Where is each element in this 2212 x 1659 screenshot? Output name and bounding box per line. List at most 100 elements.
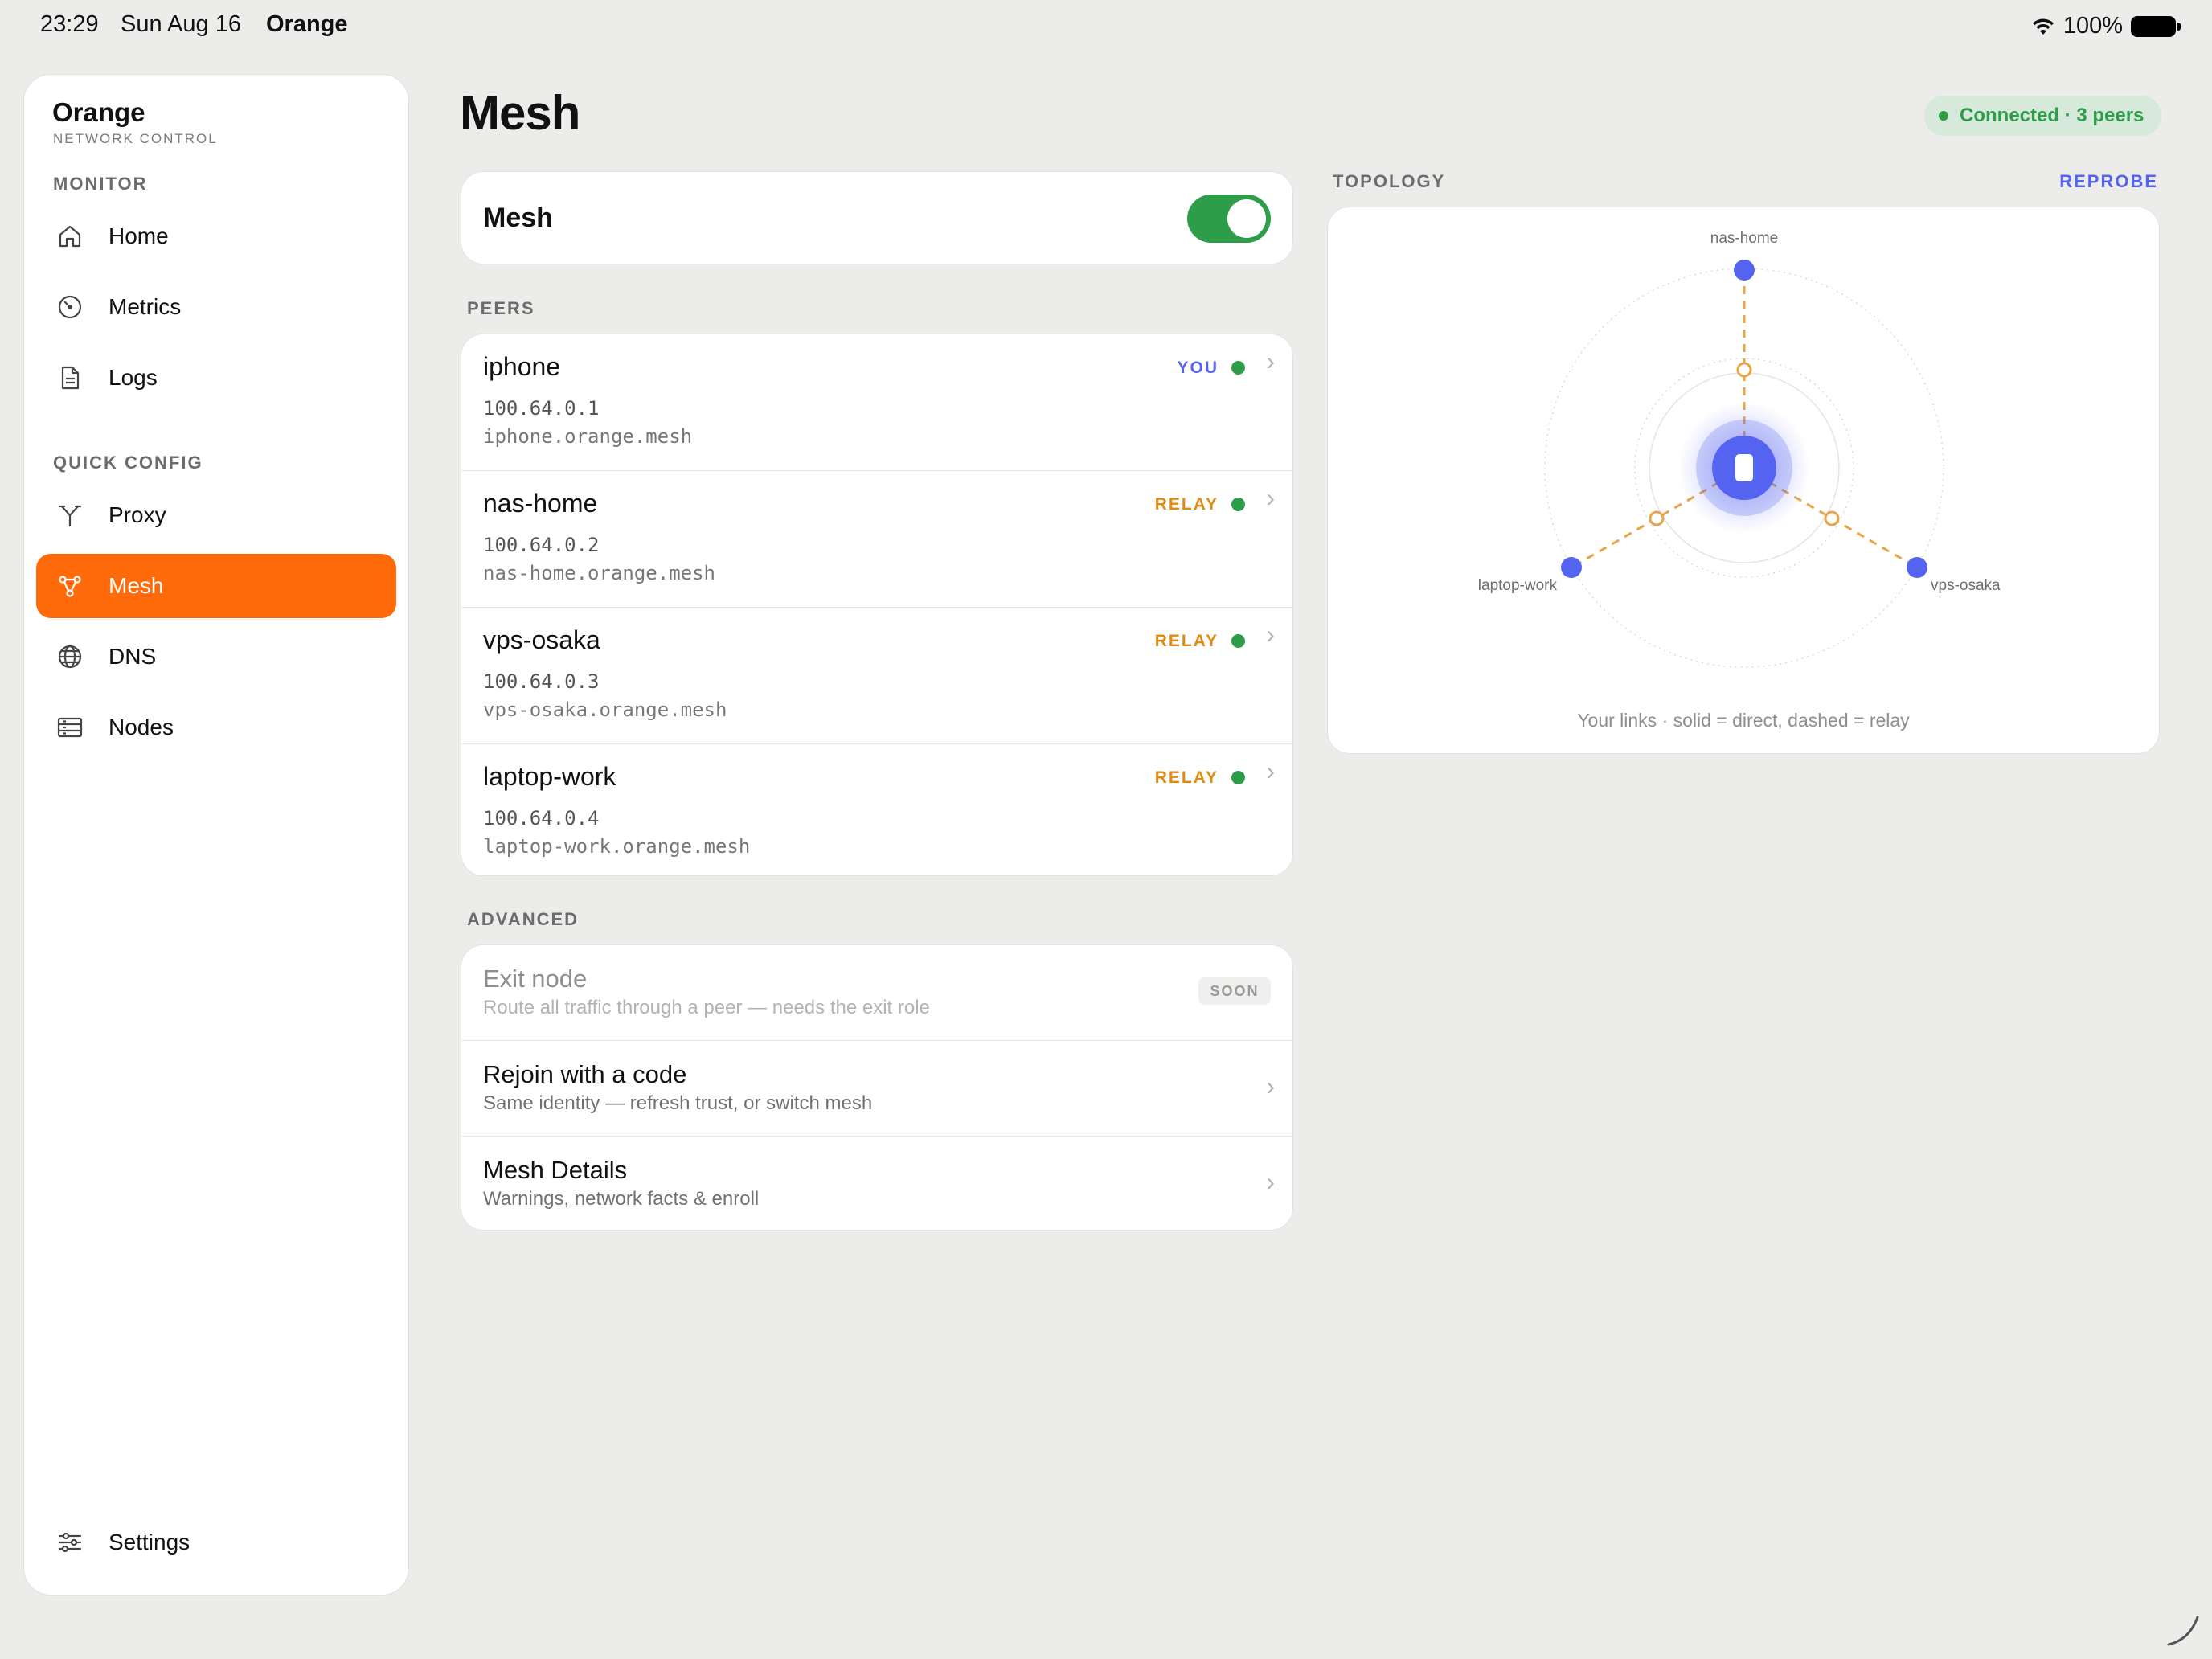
exit-node-row: Exit node Route all traffic through a pe… bbox=[461, 945, 1292, 1041]
topology-card: nas-home laptop-work vps-osaka Your link… bbox=[1327, 207, 2160, 754]
phone-icon bbox=[1735, 454, 1753, 481]
fork-icon bbox=[54, 499, 86, 531]
peer-row[interactable]: nas-home 100.64.0.2 nas-home.orange.mesh… bbox=[461, 471, 1292, 608]
status-badge: Connected · 3 peers bbox=[1924, 96, 2162, 136]
chevron-right-icon: › bbox=[1266, 1071, 1275, 1100]
peer-tag: RELAY bbox=[1154, 495, 1219, 514]
topology-caption: Your links · solid = direct, dashed = re… bbox=[1577, 710, 1910, 731]
sidebar-item-logs[interactable]: Logs bbox=[36, 346, 396, 410]
row-title: Mesh Details bbox=[483, 1156, 628, 1184]
chevron-right-icon: › bbox=[1266, 483, 1275, 512]
mesh-toggle[interactable] bbox=[1187, 195, 1271, 243]
peer-row[interactable]: vps-osaka 100.64.0.3 vps-osaka.orange.me… bbox=[461, 608, 1292, 744]
sidebar-item-dns[interactable]: DNS bbox=[36, 625, 396, 689]
peer-online-dot bbox=[1231, 361, 1245, 375]
peer-row[interactable]: iphone 100.64.0.1 iphone.orange.mesh YOU… bbox=[461, 334, 1292, 471]
row-subtitle: Warnings, network facts & enroll bbox=[483, 1188, 760, 1210]
peer-name: vps-osaka bbox=[483, 625, 600, 654]
mesh-toggle-label: Mesh bbox=[483, 203, 553, 233]
mesh-icon bbox=[54, 570, 86, 602]
sidebar-item-mesh[interactable]: Mesh bbox=[36, 554, 396, 618]
status-bar: 23:29 Sun Aug 16 Orange 100% bbox=[0, 0, 2212, 53]
row-title: Exit node bbox=[483, 965, 588, 993]
peers-section-title: PEERS bbox=[467, 298, 535, 318]
status-app-name: Orange bbox=[266, 11, 348, 37]
mesh-details-row[interactable]: Mesh Details Warnings, network facts & e… bbox=[461, 1137, 1292, 1230]
chevron-right-icon: › bbox=[1266, 620, 1275, 649]
sidebar-item-settings[interactable]: Settings bbox=[36, 1510, 396, 1575]
peer-ip: 100.64.0.1 bbox=[483, 397, 600, 420]
peer-online-dot bbox=[1231, 498, 1245, 511]
sidebar-item-label: Home bbox=[109, 223, 169, 248]
peer-ip: 100.64.0.3 bbox=[483, 670, 600, 693]
section-monitor: MONITOR bbox=[53, 174, 148, 194]
node-label: nas-home bbox=[1710, 230, 1779, 247]
peer-tag: YOU bbox=[1177, 358, 1219, 377]
row-subtitle: Route all traffic through a peer — needs… bbox=[483, 997, 930, 1018]
peers-list: iphone 100.64.0.1 iphone.orange.mesh YOU… bbox=[461, 334, 1293, 876]
peer-node-nas-home[interactable] bbox=[1734, 260, 1755, 281]
sidebar-item-label: Logs bbox=[109, 365, 158, 390]
peer-name: laptop-work bbox=[483, 762, 616, 791]
peer-node-vps-osaka[interactable] bbox=[1907, 557, 1927, 578]
peer-dns: laptop-work.orange.mesh bbox=[483, 835, 751, 858]
peer-node-laptop-work[interactable] bbox=[1561, 557, 1582, 578]
peer-name: iphone bbox=[483, 352, 561, 381]
battery-icon bbox=[2131, 15, 2181, 37]
status-date: Sun Aug 16 bbox=[121, 11, 241, 37]
globe-icon bbox=[54, 641, 86, 673]
peer-dns: nas-home.orange.mesh bbox=[483, 562, 715, 584]
advanced-list: Exit node Route all traffic through a pe… bbox=[461, 944, 1293, 1231]
status-dot bbox=[1939, 111, 1948, 121]
peer-dns: iphone.orange.mesh bbox=[483, 425, 693, 448]
peer-online-dot bbox=[1231, 634, 1245, 648]
sidebar-item-label: DNS bbox=[109, 644, 157, 669]
advanced-section-title: ADVANCED bbox=[467, 909, 580, 929]
sidebar-item-label: Mesh bbox=[109, 573, 164, 598]
document-icon bbox=[54, 362, 86, 394]
sidebar: Orange NETWORK CONTROL MONITOR Home Metr… bbox=[23, 74, 409, 1596]
chevron-right-icon: › bbox=[1266, 346, 1275, 375]
relay-marker bbox=[1736, 362, 1752, 378]
peer-ip: 100.64.0.2 bbox=[483, 534, 600, 556]
sidebar-item-metrics[interactable]: Metrics bbox=[36, 275, 396, 339]
peer-name: nas-home bbox=[483, 489, 598, 518]
mesh-toggle-card: Mesh bbox=[461, 171, 1293, 264]
sidebar-item-nodes[interactable]: Nodes bbox=[36, 695, 396, 760]
wifi-icon bbox=[2032, 18, 2054, 35]
rejoin-with-code-row[interactable]: Rejoin with a code Same identity — refre… bbox=[461, 1041, 1292, 1137]
reprobe-button[interactable]: REPROBE bbox=[2059, 171, 2158, 192]
peer-ip: 100.64.0.4 bbox=[483, 807, 600, 830]
chevron-right-icon: › bbox=[1266, 756, 1275, 785]
gauge-icon bbox=[54, 291, 86, 323]
relay-marker bbox=[1649, 510, 1665, 526]
sidebar-item-home[interactable]: Home bbox=[36, 204, 396, 268]
peer-tag: RELAY bbox=[1154, 632, 1219, 650]
sidebar-item-label: Nodes bbox=[109, 715, 174, 739]
peer-row[interactable]: laptop-work 100.64.0.4 laptop-work.orang… bbox=[461, 744, 1292, 875]
sidebar-item-proxy[interactable]: Proxy bbox=[36, 483, 396, 547]
topology-section-title: TOPOLOGY bbox=[1333, 171, 1446, 191]
sliders-icon bbox=[54, 1526, 86, 1559]
sidebar-item-label: Settings bbox=[109, 1530, 190, 1555]
peer-online-dot bbox=[1231, 771, 1245, 784]
brand-name: Orange bbox=[52, 97, 145, 127]
toggle-knob bbox=[1227, 199, 1266, 238]
relay-marker bbox=[1824, 510, 1840, 526]
section-quick-config: QUICK CONFIG bbox=[53, 453, 203, 473]
peer-tag: RELAY bbox=[1154, 768, 1219, 787]
battery-percent: 100% bbox=[2062, 13, 2123, 39]
peer-dns: vps-osaka.orange.mesh bbox=[483, 698, 727, 721]
row-title: Rejoin with a code bbox=[483, 1060, 687, 1088]
status-right: 100% bbox=[2031, 13, 2181, 39]
status-time: 23:29 bbox=[40, 11, 99, 37]
node-label: laptop-work bbox=[1478, 577, 1558, 594]
node-label: vps-osaka bbox=[1931, 577, 2001, 594]
sidebar-item-label: Metrics bbox=[109, 294, 182, 319]
home-indicator-mark bbox=[2167, 1616, 2199, 1646]
sidebar-item-label: Proxy bbox=[109, 502, 166, 527]
soon-badge: SOON bbox=[1198, 977, 1271, 1005]
brand-subtitle: NETWORK CONTROL bbox=[53, 131, 218, 146]
home-icon bbox=[54, 220, 86, 252]
topology-graph: nas-home laptop-work vps-osaka bbox=[1478, 230, 2001, 668]
